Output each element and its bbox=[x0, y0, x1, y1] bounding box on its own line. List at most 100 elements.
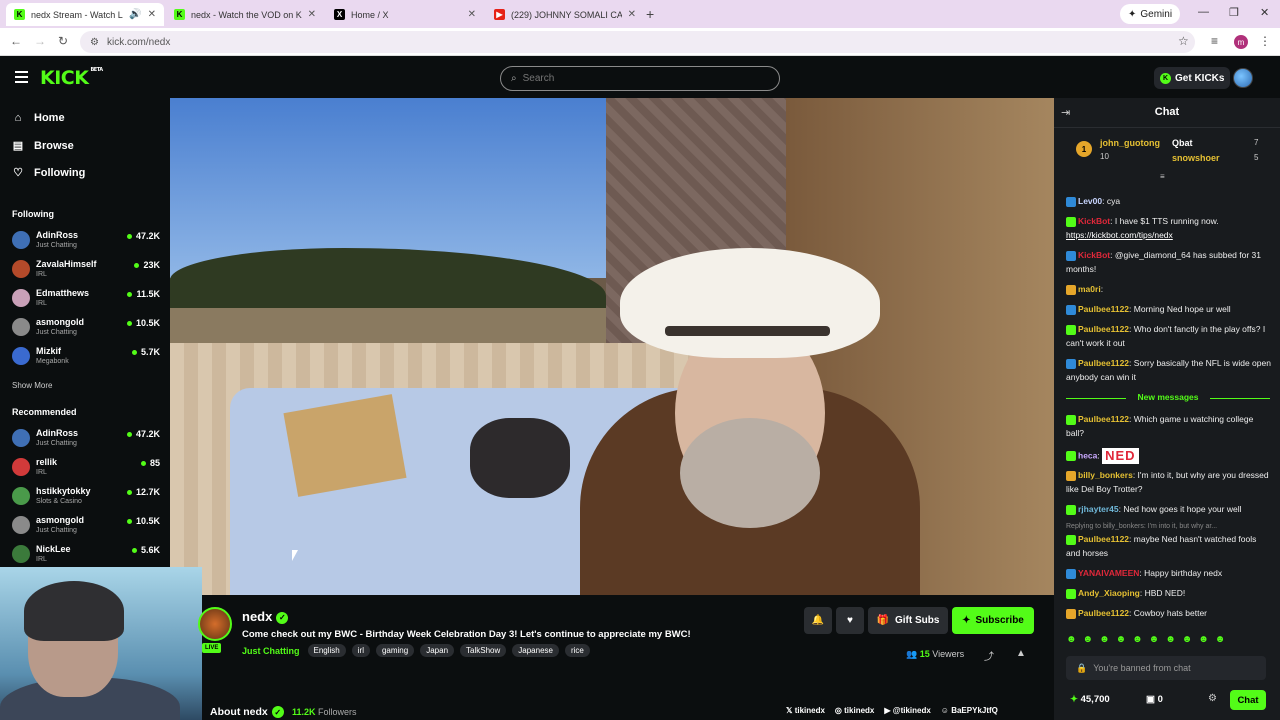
chat-username[interactable]: Paulbee1122 bbox=[1078, 304, 1129, 314]
tag[interactable]: Japanese bbox=[512, 644, 559, 657]
tag[interactable]: irl bbox=[351, 644, 370, 657]
emote-icon[interactable]: ☻ bbox=[1099, 634, 1110, 645]
gifter-name[interactable]: john_guotong bbox=[1100, 138, 1160, 148]
close-icon[interactable]: ✕ bbox=[468, 9, 476, 20]
video-player[interactable] bbox=[170, 98, 1054, 595]
kick-logo[interactable]: KICK BETA bbox=[40, 67, 103, 89]
emote-icon[interactable]: ☻ bbox=[1182, 634, 1193, 645]
chat-username[interactable]: KickBot bbox=[1078, 216, 1110, 226]
social-link-youtube[interactable]: ▶ @tikinedx bbox=[884, 706, 930, 715]
reply-preview[interactable]: Replying to billy_bonkers: I'm into it, … bbox=[1066, 523, 1217, 530]
site-info-icon[interactable]: ⚙ bbox=[90, 37, 99, 48]
emote-icon[interactable]: ☻ bbox=[1132, 634, 1143, 645]
channel-item[interactable]: NickLee IRL 5.6K bbox=[12, 543, 160, 569]
browser-tab[interactable]: K nedx - Watch the VOD on Kick ✕ bbox=[166, 3, 324, 26]
channel-item[interactable]: asmongold Just Chatting 10.5K bbox=[12, 316, 160, 342]
gift-balance[interactable]: ▣ 0 bbox=[1146, 694, 1163, 705]
streamer-avatar[interactable] bbox=[198, 607, 232, 641]
browser-tab-active[interactable]: K nedx Stream - Watch Live on Kick 🔊 ✕ bbox=[6, 3, 164, 26]
close-icon[interactable]: ✕ bbox=[308, 9, 316, 20]
chat-username[interactable]: heca bbox=[1078, 450, 1097, 460]
chat-username[interactable]: YANAIVAMEEN bbox=[1078, 568, 1139, 578]
category-link[interactable]: Just Chatting bbox=[242, 646, 300, 656]
gifter-name[interactable]: snowshoer bbox=[1172, 153, 1220, 163]
chat-username[interactable]: KickBot bbox=[1078, 250, 1110, 260]
search-bar[interactable]: ⌕ bbox=[500, 66, 780, 91]
collapse-chat-icon[interactable]: ⇥ bbox=[1061, 106, 1070, 119]
sidebar-item-following[interactable]: ♡ Following bbox=[12, 166, 85, 180]
chat-username[interactable]: rjhayter45 bbox=[1078, 504, 1119, 514]
tag[interactable]: Japan bbox=[420, 644, 455, 657]
chat-username[interactable]: Lev00 bbox=[1078, 196, 1102, 206]
chat-username[interactable]: billy_bonkers bbox=[1078, 470, 1133, 480]
gift-subs-button[interactable]: 🎁 Gift Subs bbox=[868, 607, 948, 634]
channel-item[interactable]: ZavalaHimself IRL 23K bbox=[12, 258, 160, 284]
forward-icon[interactable]: → bbox=[34, 34, 46, 48]
menu-dots-icon[interactable]: ⋮ bbox=[1259, 34, 1271, 48]
restore-icon[interactable]: ❐ bbox=[1229, 6, 1239, 19]
chat-username[interactable]: ma0ri bbox=[1078, 284, 1101, 294]
chat-username[interactable]: Paulbee1122 bbox=[1078, 608, 1129, 618]
close-icon[interactable]: ✕ bbox=[628, 9, 636, 20]
show-more-link[interactable]: Show More bbox=[12, 381, 52, 390]
sidebar-item-home[interactable]: ⌂ Home bbox=[12, 112, 65, 124]
pin-icon[interactable]: ≡ bbox=[1160, 172, 1165, 181]
channel-item[interactable]: AdinRoss Just Chatting 47.2K bbox=[12, 229, 160, 255]
chat-input[interactable]: 🔒 You're banned from chat bbox=[1066, 656, 1266, 680]
gemini-button[interactable]: ✦ Gemini bbox=[1120, 4, 1181, 24]
browser-tab[interactable]: ▶ (229) JOHNNY SOMALI CAMP IS... ✕ bbox=[486, 3, 644, 26]
send-chat-button[interactable]: Chat bbox=[1230, 690, 1266, 710]
sidebar-item-browse[interactable]: ▤ Browse bbox=[12, 139, 74, 153]
share-icon[interactable]: ⤴ bbox=[984, 648, 994, 663]
back-icon[interactable]: ← bbox=[10, 34, 22, 48]
new-tab-button[interactable]: + bbox=[646, 6, 654, 22]
kicks-balance[interactable]: ✦ 45,700 bbox=[1070, 694, 1110, 705]
browser-tab[interactable]: X Home / X ✕ bbox=[326, 3, 484, 26]
channel-item[interactable]: Edmatthews IRL 11.5K bbox=[12, 287, 160, 313]
address-bar[interactable]: ⚙ kick.com/nedx bbox=[80, 31, 1195, 53]
tag[interactable]: TalkShow bbox=[460, 644, 507, 657]
search-input[interactable] bbox=[522, 73, 763, 84]
emote-icon[interactable]: ☻ bbox=[1215, 634, 1226, 645]
chat-username[interactable]: Paulbee1122 bbox=[1078, 534, 1129, 544]
chat-link[interactable]: https://kickbot.com/tips/nedx bbox=[1066, 230, 1173, 240]
chat-username[interactable]: Paulbee1122 bbox=[1078, 358, 1129, 368]
streamer-name[interactable]: nedx ✓ bbox=[242, 609, 289, 624]
gifter-name[interactable]: Qbat bbox=[1172, 138, 1193, 148]
emote-icon[interactable]: ☻ bbox=[1165, 634, 1176, 645]
browser-profile-avatar[interactable]: m bbox=[1234, 35, 1248, 49]
chat-username[interactable]: Paulbee1122 bbox=[1078, 414, 1129, 424]
chat-username[interactable]: Andy_Xiaoping bbox=[1078, 588, 1140, 598]
chat-settings-icon[interactable]: ⚙ bbox=[1208, 693, 1217, 704]
emote-icon[interactable]: ☻ bbox=[1083, 634, 1094, 645]
channel-item[interactable]: AdinRoss Just Chatting 47.2K bbox=[12, 427, 160, 453]
social-link-instagram[interactable]: ◎ tikinedx bbox=[835, 706, 874, 715]
minimize-icon[interactable]: — bbox=[1198, 6, 1209, 18]
emote-icon[interactable]: ☻ bbox=[1149, 634, 1160, 645]
report-icon[interactable]: ▲ bbox=[1016, 648, 1026, 659]
emote-icon[interactable]: ☻ bbox=[1066, 634, 1077, 645]
close-window-icon[interactable]: ✕ bbox=[1260, 6, 1269, 19]
tag[interactable]: gaming bbox=[375, 644, 415, 657]
channel-item[interactable]: hstikkytokky Slots & Casino 12.7K bbox=[12, 485, 160, 511]
notification-bell-button[interactable]: 🔔 bbox=[804, 607, 832, 634]
close-icon[interactable]: ✕ bbox=[148, 9, 156, 20]
channel-item[interactable]: asmongold Just Chatting 10.5K bbox=[12, 514, 160, 540]
emote-icon[interactable]: ☻ bbox=[1116, 634, 1127, 645]
reload-icon[interactable]: ↻ bbox=[58, 34, 68, 48]
user-avatar[interactable] bbox=[1233, 68, 1253, 88]
hamburger-menu-icon[interactable] bbox=[15, 71, 28, 86]
tag[interactable]: rice bbox=[564, 644, 590, 657]
subscribe-button[interactable]: ✦ Subscribe bbox=[952, 607, 1034, 634]
follow-button[interactable]: ♥ bbox=[836, 607, 864, 634]
speaker-icon[interactable]: 🔊 bbox=[129, 9, 141, 20]
channel-item[interactable]: Mizkif Megabonk 5.7K bbox=[12, 345, 160, 371]
new-messages-divider[interactable]: New messages bbox=[1066, 392, 1270, 404]
chat-username[interactable]: Paulbee1122 bbox=[1078, 324, 1129, 334]
get-kicks-button[interactable]: K Get KICKs bbox=[1154, 67, 1231, 89]
media-control-icon[interactable]: ≡ bbox=[1211, 34, 1218, 48]
social-link-x[interactable]: 𝕏 tikinedx bbox=[786, 706, 825, 715]
channel-item[interactable]: rellik IRL 85 bbox=[12, 456, 160, 482]
bookmark-star-icon[interactable]: ☆ bbox=[1178, 34, 1189, 48]
emote-icon[interactable]: ☻ bbox=[1198, 634, 1209, 645]
